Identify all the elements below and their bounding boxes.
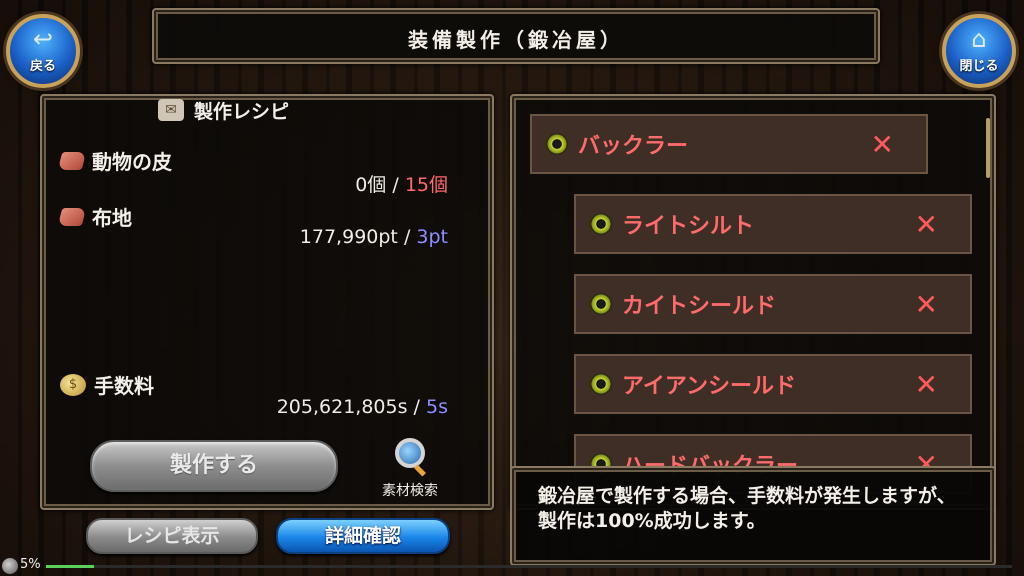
separator: / — [392, 174, 399, 196]
shield-ring-icon — [590, 373, 612, 395]
recipe-tree-item[interactable]: カイトシールド ✕ — [574, 274, 972, 334]
page-title: 装備製作（鍛冶屋） — [408, 28, 624, 52]
material-quantity: 177,990pt / 3pt — [300, 226, 448, 248]
material-name: 布地 — [92, 206, 132, 230]
item-name: カイトシールド — [622, 294, 777, 319]
back-button[interactable]: ↩ 戻る — [6, 14, 80, 88]
return-arrow-icon: ↩ — [32, 25, 54, 53]
recipe-panel-title: 製作レシピ — [194, 100, 290, 123]
coin-icon: $ — [60, 373, 86, 396]
detail-check-button[interactable]: 詳細確認 — [276, 518, 450, 554]
material-row: 動物の皮 — [57, 146, 172, 175]
item-name: アイアンシールド — [622, 374, 797, 399]
material-owned: 177,990pt — [299, 226, 398, 248]
show-recipe-button[interactable]: レシピ表示 — [86, 518, 258, 554]
fee-row: $ 手数料 — [60, 370, 154, 399]
info-message: 鍛冶屋で製作する場合、手数料が発生しますが、製作は100%成功します。 — [538, 485, 956, 532]
material-search-label: 素材検索 — [382, 483, 438, 499]
progress-text: 5% — [20, 557, 41, 572]
recipe-tree-item[interactable]: バックラー ✕ — [530, 114, 928, 174]
recipe-tree-item[interactable]: ライトシルト ✕ — [574, 194, 972, 254]
unavailable-mark-icon: ✕ — [914, 287, 938, 321]
unavailable-mark-icon: ✕ — [914, 207, 938, 241]
item-name: バックラー — [578, 134, 689, 159]
back-button-label: 戻る — [29, 59, 56, 74]
material-required: 15個 — [404, 174, 448, 196]
close-button[interactable]: ⌂ 閉じる — [942, 14, 1016, 88]
fee-required: 5s — [426, 396, 448, 418]
footer-status: 5% — [0, 556, 1024, 576]
magnifier-icon — [395, 438, 425, 468]
item-name: ライトシルト — [622, 214, 755, 239]
home-icon: ⌂ — [971, 25, 987, 53]
recipe-book-icon: ✉ — [158, 99, 184, 121]
title-bar: 装備製作（鍛冶屋） — [152, 8, 880, 64]
craft-button[interactable]: 製作する — [90, 440, 338, 492]
unavailable-mark-icon: ✕ — [870, 127, 894, 161]
recipe-panel-header: ✉ 製作レシピ — [158, 96, 289, 124]
shield-ring-icon — [590, 213, 612, 235]
material-required: 3pt — [416, 226, 448, 248]
progress-fill — [46, 565, 95, 568]
fee-owned: 205,621,805s — [276, 396, 408, 418]
leather-icon — [57, 151, 87, 170]
globe-icon — [2, 558, 18, 574]
material-name: 動物の皮 — [92, 150, 172, 174]
cloth-icon — [57, 207, 87, 226]
unavailable-mark-icon: ✕ — [914, 367, 938, 401]
material-search-button[interactable]: 素材検索 — [370, 438, 450, 499]
info-message-box: 鍛冶屋で製作する場合、手数料が発生しますが、製作は100%成功します。 — [510, 466, 996, 566]
material-quantity: 0個 / 15個 — [355, 170, 448, 197]
magnifier-handle — [413, 464, 427, 477]
material-owned: 0個 — [355, 174, 387, 196]
separator: / — [413, 396, 420, 418]
recipe-tree-panel: バックラー ✕ ライトシルト ✕ カイトシールド ✕ アイアンシールド ✕ ハー… — [510, 94, 996, 510]
close-button-label: 閉じる — [959, 59, 999, 74]
progress-bar — [46, 565, 1012, 568]
recipe-tree-scrollbar[interactable] — [986, 118, 990, 178]
fee-name: 手数料 — [94, 374, 154, 398]
recipe-tree-item[interactable]: アイアンシールド ✕ — [574, 354, 972, 414]
fee-quantity: 205,621,805s / 5s — [277, 396, 448, 418]
material-row: 布地 — [57, 202, 132, 231]
shield-ring-icon — [546, 133, 568, 155]
shield-ring-icon — [590, 293, 612, 315]
